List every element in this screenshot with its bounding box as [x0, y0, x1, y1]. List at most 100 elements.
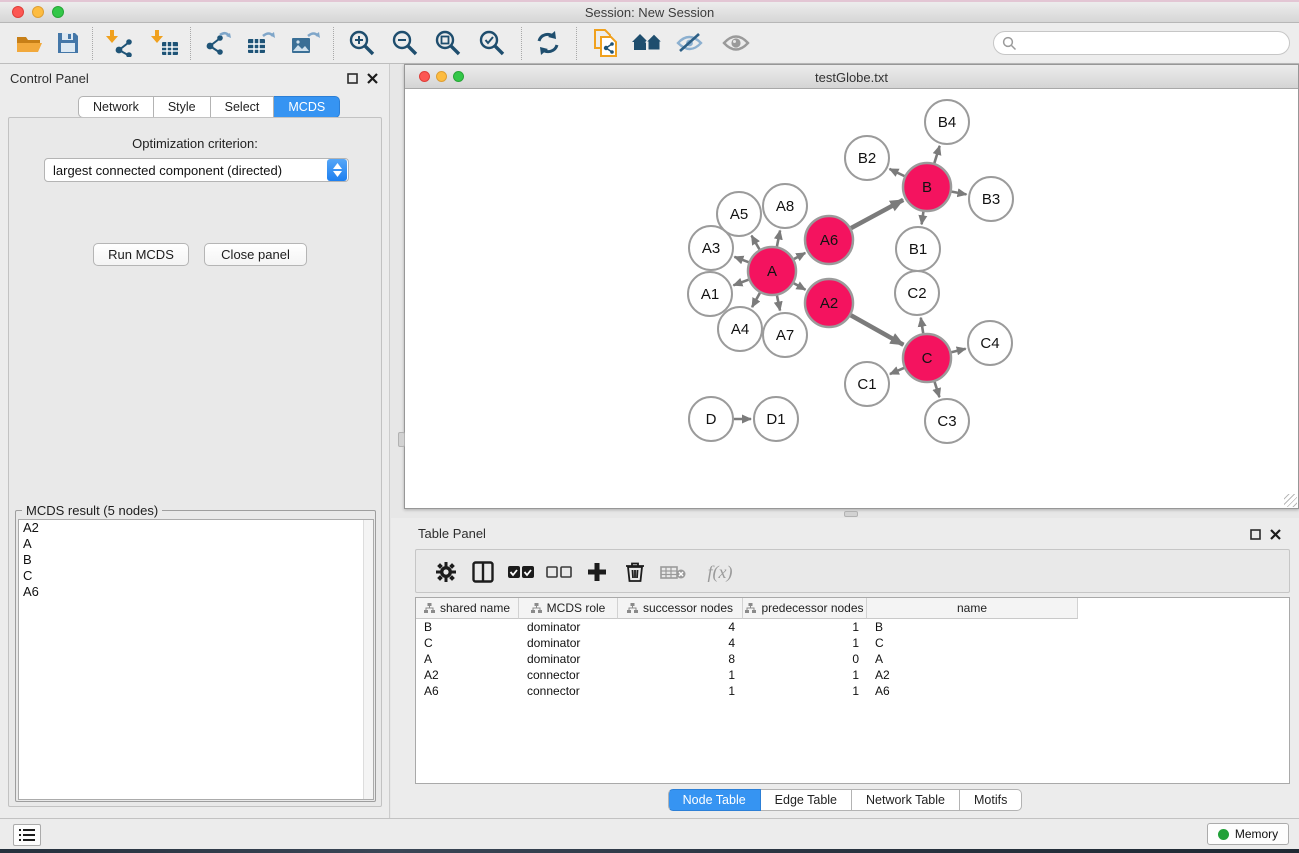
- import-network-icon[interactable]: [104, 28, 136, 58]
- table-tab-motifs[interactable]: Motifs: [960, 789, 1022, 811]
- mcds-result-item[interactable]: A2: [19, 520, 373, 536]
- node-C[interactable]: C: [903, 334, 951, 382]
- table-row[interactable]: Cdominator41C: [416, 635, 1289, 651]
- delete-column-icon[interactable]: [620, 557, 650, 587]
- run-mcds-button[interactable]: Run MCDS: [93, 243, 189, 266]
- table-row[interactable]: Bdominator41B: [416, 619, 1289, 635]
- node-B[interactable]: B: [903, 163, 951, 211]
- mcds-result-item[interactable]: A6: [19, 584, 373, 600]
- node-A1[interactable]: A1: [688, 272, 732, 316]
- edge-A2-C[interactable]: [851, 315, 904, 345]
- tab-style[interactable]: Style: [154, 96, 211, 118]
- show-all-icon[interactable]: [720, 28, 752, 58]
- edge-A6-B[interactable]: [851, 200, 903, 228]
- scrollbar-track[interactable]: [363, 520, 373, 799]
- main-titlebar[interactable]: Session: New Session: [0, 2, 1299, 23]
- table-row[interactable]: A6connector11A6: [416, 683, 1289, 699]
- network-window-titlebar[interactable]: testGlobe.txt: [405, 65, 1298, 89]
- export-network-icon[interactable]: [202, 28, 234, 58]
- node-A5[interactable]: A5: [717, 192, 761, 236]
- edge-A-A6[interactable]: [794, 253, 805, 259]
- resize-grip-icon[interactable]: [1284, 494, 1297, 507]
- zoom-in-icon[interactable]: [346, 28, 378, 58]
- zoom-fit-icon[interactable]: [432, 28, 464, 58]
- splitter-handle-horizontal[interactable]: [844, 511, 858, 517]
- node-B4[interactable]: B4: [925, 100, 969, 144]
- node-D[interactable]: D: [689, 397, 733, 441]
- column-header-shared-name[interactable]: shared name: [416, 598, 519, 619]
- open-session-icon[interactable]: [14, 28, 46, 58]
- node-A2[interactable]: A2: [805, 279, 853, 327]
- mcds-result-item[interactable]: A: [19, 536, 373, 552]
- create-column-icon[interactable]: [582, 557, 612, 587]
- zoom-selected-icon[interactable]: [476, 28, 508, 58]
- tab-network[interactable]: Network: [78, 96, 154, 118]
- save-session-icon[interactable]: [52, 28, 84, 58]
- edge-C-C3[interactable]: [935, 382, 940, 397]
- table-tab-node-table[interactable]: Node Table: [668, 789, 761, 811]
- column-header-mcds-role[interactable]: MCDS role: [519, 598, 618, 619]
- edge-A-A8[interactable]: [777, 231, 780, 247]
- node-A6[interactable]: A6: [805, 216, 853, 264]
- memory-button[interactable]: Memory: [1207, 823, 1289, 845]
- node-D1[interactable]: D1: [754, 397, 798, 441]
- table-row[interactable]: Adominator80A: [416, 651, 1289, 667]
- node-C3[interactable]: C3: [925, 399, 969, 443]
- node-C2[interactable]: C2: [895, 271, 939, 315]
- home-icon[interactable]: [631, 28, 663, 58]
- column-header-predecessor-nodes[interactable]: predecessor nodes: [743, 598, 867, 619]
- node-A[interactable]: A: [748, 247, 796, 295]
- edge-A-A5[interactable]: [752, 236, 760, 250]
- export-image-icon[interactable]: [289, 28, 321, 58]
- unselect-all-columns-icon[interactable]: [544, 557, 574, 587]
- tab-mcds[interactable]: MCDS: [274, 96, 340, 118]
- column-header-name[interactable]: name: [867, 598, 1078, 619]
- edge-A-A7[interactable]: [777, 295, 780, 310]
- node-C1[interactable]: C1: [845, 362, 889, 406]
- edge-A-A4[interactable]: [752, 293, 760, 307]
- column-header-successor-nodes[interactable]: successor nodes: [618, 598, 743, 619]
- edge-C-C4[interactable]: [951, 349, 965, 352]
- splitter-handle-vertical[interactable]: [398, 432, 405, 447]
- node-B2[interactable]: B2: [845, 136, 889, 180]
- mcds-result-item[interactable]: B: [19, 552, 373, 568]
- table-tab-network-table[interactable]: Network Table: [852, 789, 960, 811]
- import-table-icon[interactable]: [149, 28, 181, 58]
- show-columns-icon[interactable]: [468, 557, 498, 587]
- criterion-select[interactable]: largest connected component (directed): [44, 158, 349, 182]
- network-canvas[interactable]: AA1A2A3A4A5A6A7A8BB1B2B3B4CC1C2C3C4DD1: [406, 90, 1297, 508]
- node-C4[interactable]: C4: [968, 321, 1012, 365]
- node-B1[interactable]: B1: [896, 227, 940, 271]
- close-panel-button[interactable]: Close panel: [204, 243, 307, 266]
- node-A4[interactable]: A4: [718, 307, 762, 351]
- network-file-icon[interactable]: [590, 28, 622, 58]
- tab-select[interactable]: Select: [211, 96, 275, 118]
- select-all-columns-icon[interactable]: [506, 557, 536, 587]
- edge-A-A2[interactable]: [794, 283, 806, 290]
- edge-B-B4[interactable]: [934, 146, 939, 163]
- float-panel-icon[interactable]: [347, 71, 359, 83]
- node-A7[interactable]: A7: [763, 313, 807, 357]
- close-table-panel-icon[interactable]: [1270, 527, 1282, 539]
- edge-A-A3[interactable]: [734, 257, 748, 262]
- edge-C-C2[interactable]: [921, 318, 923, 334]
- close-panel-icon[interactable]: [367, 71, 379, 83]
- node-table[interactable]: shared nameMCDS rolesuccessor nodesprede…: [415, 597, 1290, 784]
- node-B3[interactable]: B3: [969, 177, 1013, 221]
- float-table-panel-icon[interactable]: [1250, 527, 1262, 539]
- table-tab-edge-table[interactable]: Edge Table: [761, 789, 852, 811]
- hide-selected-icon[interactable]: [674, 28, 706, 58]
- edge-C-C1[interactable]: [890, 368, 904, 374]
- export-table-icon[interactable]: [245, 28, 277, 58]
- edge-B-B1[interactable]: [922, 212, 924, 225]
- task-history-button[interactable]: [13, 824, 41, 846]
- mcds-result-list[interactable]: A2ABCA6: [18, 519, 374, 800]
- table-settings-gear-icon[interactable]: [431, 557, 461, 587]
- zoom-out-icon[interactable]: [389, 28, 421, 58]
- edge-B-B2[interactable]: [890, 169, 905, 176]
- search-input[interactable]: [993, 31, 1290, 55]
- edge-A-A1[interactable]: [733, 280, 748, 286]
- table-row[interactable]: A2connector11A2: [416, 667, 1289, 683]
- refresh-icon[interactable]: [532, 28, 564, 58]
- edge-B-B3[interactable]: [952, 192, 967, 195]
